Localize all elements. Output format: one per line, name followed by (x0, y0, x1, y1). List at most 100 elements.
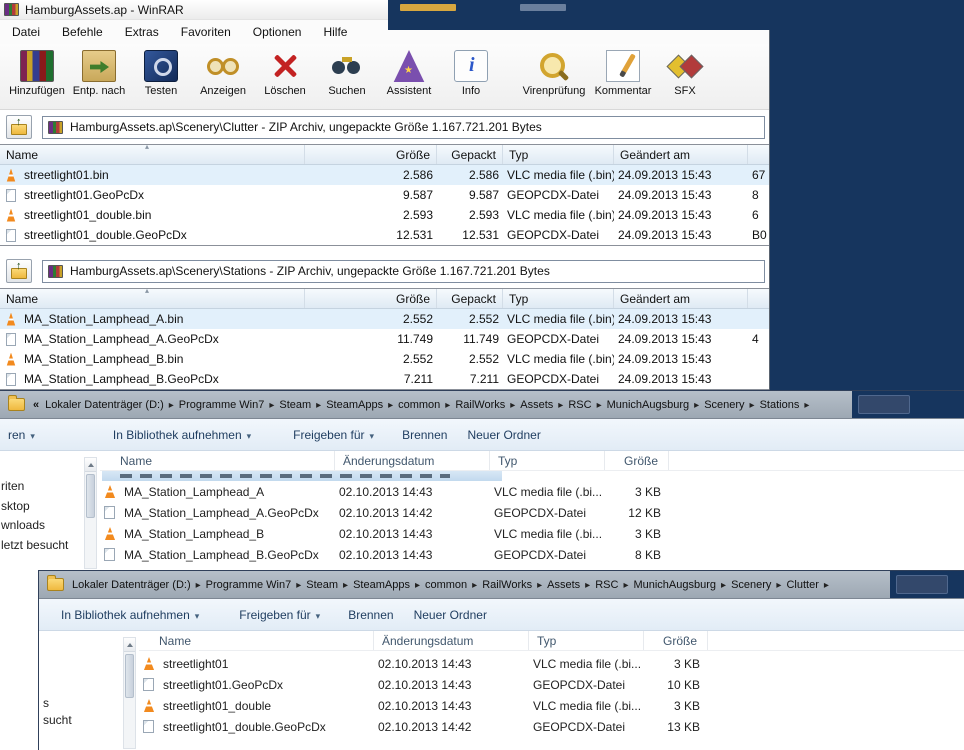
breadcrumb-item[interactable]: Programme Win7 (179, 399, 280, 411)
toolbar-button[interactable]: Anzeigen (192, 50, 254, 97)
navigation-scrollbar[interactable] (123, 637, 136, 749)
menu-item[interactable]: Favoriten (181, 25, 231, 39)
breadcrumb-item[interactable]: RailWorks (455, 399, 520, 411)
file-row[interactable]: MA_Station_Lamphead_A 02.10.2013 14:43 V… (100, 481, 964, 502)
column-header[interactable]: Größe (305, 289, 437, 308)
toolbar-button[interactable]: Virenprüfung (516, 50, 592, 97)
breadcrumb-item[interactable]: common (398, 399, 455, 411)
toolbar-button[interactable]: Suchen (316, 50, 378, 97)
command-bar-item[interactable]: ren (8, 428, 35, 442)
toolbar-button[interactable]: Löschen (254, 50, 316, 97)
column-header[interactable]: Name (0, 145, 305, 164)
scrollbar-thumb[interactable] (125, 654, 134, 698)
breadcrumb-item[interactable]: Steam (279, 399, 326, 411)
command-bar-item[interactable]: Freigeben für (293, 428, 374, 442)
scroll-up-button[interactable] (124, 638, 135, 652)
command-bar-item[interactable]: Brennen (348, 608, 393, 622)
column-header[interactable]: Größe (305, 145, 437, 164)
sidebar-item[interactable]: sucht (43, 712, 121, 729)
column-header[interactable]: Typ (529, 631, 644, 650)
sidebar-item[interactable]: riten (1, 477, 82, 497)
scroll-up-button[interactable] (85, 458, 96, 472)
toolbar-button[interactable]: Assistent (378, 50, 440, 97)
column-header[interactable]: Geändert am (614, 289, 748, 308)
command-bar-item[interactable]: In Bibliothek aufnehmen (113, 428, 251, 442)
column-header[interactable]: Gepackt (437, 145, 503, 164)
menu-item[interactable]: Optionen (253, 25, 302, 39)
up-button[interactable] (6, 115, 32, 139)
menu-item[interactable]: Befehle (62, 25, 103, 39)
file-row[interactable]: MA_Station_Lamphead_B.bin 2.552 2.552 VL… (0, 349, 769, 369)
column-header[interactable]: Name (0, 289, 305, 308)
command-bar-item[interactable]: Neuer Ordner (467, 428, 540, 442)
scrollbar-thumb[interactable] (86, 474, 95, 518)
sidebar-item[interactable]: wnloads (1, 516, 82, 536)
column-header[interactable]: Gepackt (437, 289, 503, 308)
column-header[interactable]: Typ (490, 451, 605, 470)
breadcrumb-item[interactable]: Steam (306, 579, 353, 591)
breadcrumb-item[interactable]: Lokaler Datenträger (D:) (45, 399, 179, 411)
breadcrumb-item[interactable]: RailWorks (482, 579, 547, 591)
file-row[interactable]: streetlight01_double.GeoPcDx 02.10.2013 … (139, 716, 964, 737)
file-row[interactable]: streetlight01.GeoPcDx 02.10.2013 14:43 G… (139, 674, 964, 695)
breadcrumb-item[interactable]: RSC (595, 579, 633, 591)
sidebar-item[interactable]: s (43, 695, 121, 712)
search-box-area[interactable] (890, 571, 964, 598)
breadcrumb-item[interactable]: Scenery (731, 579, 786, 591)
toolbar-button[interactable]: Testen (130, 50, 192, 97)
breadcrumb-item[interactable]: MunichAugsburg (607, 399, 705, 411)
file-row[interactable]: streetlight01 02.10.2013 14:43 VLC media… (139, 653, 964, 674)
column-header[interactable]: Typ (503, 289, 614, 308)
breadcrumb-item[interactable]: Stations (760, 399, 815, 411)
command-bar-item[interactable]: In Bibliothek aufnehmen (61, 608, 199, 622)
menu-item[interactable]: Hilfe (323, 25, 347, 39)
column-header[interactable]: Änderungsdatum (374, 631, 529, 650)
breadcrumb-item[interactable]: Assets (520, 399, 568, 411)
command-bar-item[interactable]: Brennen (402, 428, 447, 442)
toolbar-button[interactable]: Kommentar (592, 50, 654, 97)
file-row[interactable]: streetlight01.GeoPcDx 9.587 9.587 GEOPCD… (0, 185, 769, 205)
menu-item[interactable]: Datei (12, 25, 40, 39)
navigation-scrollbar[interactable] (84, 457, 97, 569)
file-row[interactable]: MA_Station_Lamphead_A.bin 2.552 2.552 VL… (0, 309, 769, 329)
sidebar-item[interactable]: letzt besucht (1, 536, 82, 556)
toolbar-button[interactable]: Hinzufügen (6, 50, 68, 97)
breadcrumb-overflow-chevron[interactable]: « (33, 399, 39, 411)
file-row[interactable]: streetlight01.bin 2.586 2.586 VLC media … (0, 165, 769, 185)
toolbar-button[interactable]: SFX (654, 50, 716, 97)
search-box[interactable] (896, 575, 948, 594)
breadcrumb-item[interactable]: common (425, 579, 482, 591)
file-row[interactable]: MA_Station_Lamphead_A.GeoPcDx 02.10.2013… (100, 502, 964, 523)
breadcrumb-item[interactable]: RSC (568, 399, 606, 411)
file-row[interactable]: streetlight01_double.GeoPcDx 12.531 12.5… (0, 225, 769, 245)
column-header[interactable]: Größe (605, 451, 669, 470)
column-header[interactable]: Name (100, 451, 335, 470)
column-header[interactable]: Typ (503, 145, 614, 164)
breadcrumb-item[interactable]: SteamApps (353, 579, 425, 591)
column-header[interactable]: Änderungsdatum (335, 451, 490, 470)
command-bar-item[interactable]: Neuer Ordner (414, 608, 487, 622)
column-header[interactable]: Geändert am (614, 145, 748, 164)
breadcrumb-item[interactable]: Scenery (704, 399, 759, 411)
file-row[interactable]: streetlight01_double 02.10.2013 14:43 VL… (139, 695, 964, 716)
address-field[interactable]: HamburgAssets.ap\Scenery\Stations - ZIP … (42, 260, 765, 283)
file-row[interactable]: MA_Station_Lamphead_B.GeoPcDx 02.10.2013… (100, 544, 964, 565)
file-row[interactable]: streetlight01_double.bin 2.593 2.593 VLC… (0, 205, 769, 225)
breadcrumb-item[interactable]: Lokaler Datenträger (D:) (72, 579, 206, 591)
breadcrumb-item[interactable]: Programme Win7 (206, 579, 307, 591)
breadcrumb-item[interactable]: MunichAugsburg (633, 579, 731, 591)
breadcrumb-item[interactable]: Assets (547, 579, 595, 591)
menu-item[interactable]: Extras (125, 25, 159, 39)
file-row[interactable]: MA_Station_Lamphead_A.GeoPcDx 11.749 11.… (0, 329, 769, 349)
breadcrumb-item[interactable]: Clutter (786, 579, 833, 591)
up-button[interactable] (6, 259, 32, 283)
search-box-area[interactable] (852, 391, 964, 418)
file-row[interactable]: MA_Station_Lamphead_B 02.10.2013 14:43 V… (100, 523, 964, 544)
toolbar-button[interactable]: Info (440, 50, 502, 97)
sidebar-item[interactable]: sktop (1, 497, 82, 517)
column-header[interactable]: Größe (644, 631, 708, 650)
command-bar-item[interactable]: Freigeben für (239, 608, 320, 622)
file-row[interactable]: MA_Station_Lamphead_B.GeoPcDx 7.211 7.21… (0, 369, 769, 389)
column-header[interactable]: Name (139, 631, 374, 650)
search-box[interactable] (858, 395, 910, 414)
